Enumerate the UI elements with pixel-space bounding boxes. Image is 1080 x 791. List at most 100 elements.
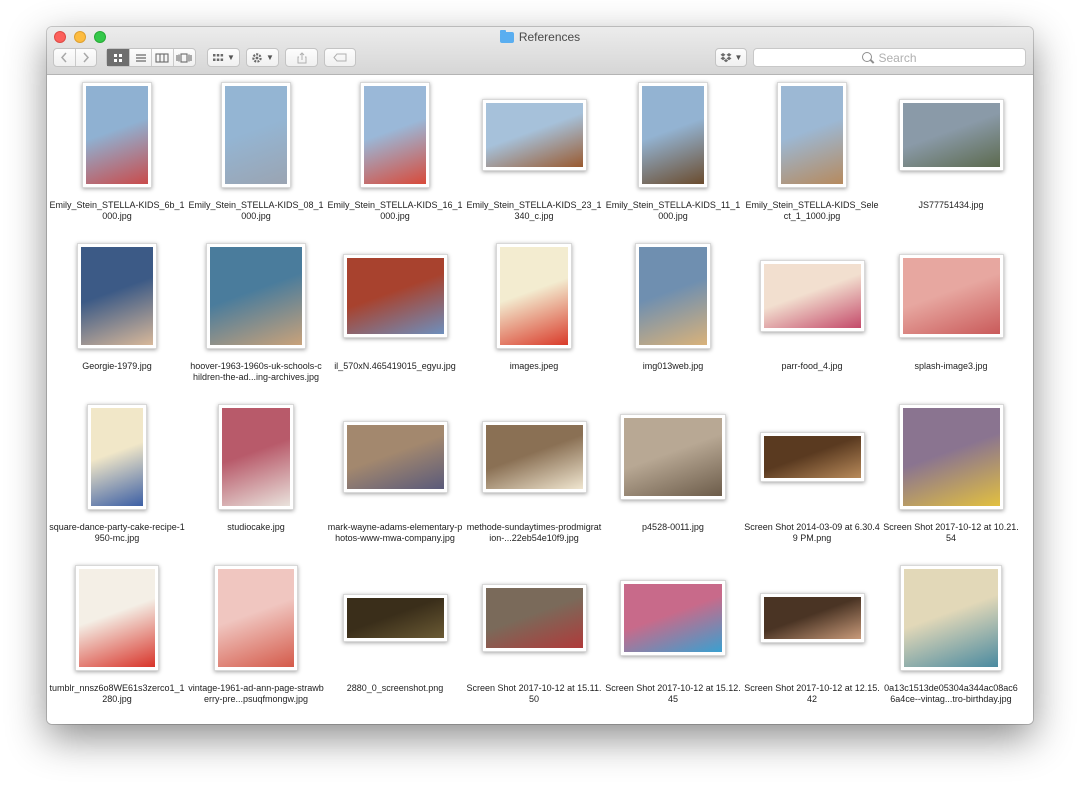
file-thumbnail[interactable]	[342, 421, 448, 493]
file-item[interactable]: splash-image3.jpg	[883, 239, 1019, 372]
file-item[interactable]: il_570xN.465419015_egyu.jpg	[327, 239, 463, 372]
file-name-label: Screen Shot 2017-10-12 at 15.11.50	[466, 683, 602, 704]
file-item[interactable]: Screen Shot 2017-10-12 at 12.15.42	[744, 561, 880, 705]
file-thumbnail-area	[188, 78, 324, 192]
chevron-left-icon	[61, 52, 68, 63]
file-item[interactable]: Screen Shot 2014-03-09 at 6.30.49 PM.png	[744, 400, 880, 544]
file-item[interactable]: Emily_Stein_STELLA-KIDS_6b_1000.jpg	[49, 78, 185, 222]
image-preview	[904, 569, 998, 667]
file-thumbnail[interactable]	[218, 404, 294, 510]
file-item[interactable]: parr-food_4.jpg	[744, 239, 880, 372]
file-thumbnail-area	[327, 400, 463, 514]
file-item[interactable]: Emily_Stein_STELLA-KIDS_11_1000.jpg	[605, 78, 741, 222]
file-thumbnail[interactable]	[481, 584, 587, 652]
file-item[interactable]: Emily_Stein_STELLA-KIDS_08_1000.jpg	[188, 78, 324, 222]
file-thumbnail[interactable]	[496, 243, 572, 349]
file-thumbnail[interactable]	[77, 243, 157, 349]
file-item[interactable]: Screen Shot 2017-10-12 at 15.11.50	[466, 561, 602, 705]
tag-button[interactable]	[324, 48, 356, 67]
file-thumbnail[interactable]	[342, 254, 448, 338]
file-thumbnail[interactable]	[206, 243, 306, 349]
file-thumbnail[interactable]	[900, 565, 1002, 671]
file-thumbnail[interactable]	[221, 82, 291, 188]
image-preview	[91, 408, 143, 506]
file-thumbnail[interactable]	[898, 404, 1004, 510]
image-preview	[639, 247, 707, 345]
file-thumbnail[interactable]	[620, 580, 726, 656]
file-item[interactable]: Screen Shot 2017-10-12 at 15.12.45	[605, 561, 741, 705]
file-item[interactable]: square-dance-party-cake-recipe-1950-mc.j…	[49, 400, 185, 544]
forward-button[interactable]	[74, 49, 96, 66]
file-thumbnail[interactable]	[638, 82, 708, 188]
file-thumbnail[interactable]	[759, 432, 865, 482]
search-icon	[862, 51, 873, 62]
file-thumbnail[interactable]	[481, 99, 587, 171]
cover-flow-view-icon	[176, 52, 192, 63]
file-item[interactable]: Georgie-1979.jpg	[49, 239, 185, 372]
dropbox-button[interactable]: ▼	[715, 48, 747, 67]
file-item[interactable]: tumblr_nnsz6o8WE61s3zerco1_1280.jpg	[49, 561, 185, 705]
file-item[interactable]: mark-wayne-adams-elementary-photos-www-m…	[327, 400, 463, 544]
file-item[interactable]: images.jpeg	[466, 239, 602, 372]
file-item[interactable]: methode-sundaytimes-prodmigration-...22e…	[466, 400, 602, 544]
column-view-button[interactable]	[150, 49, 173, 66]
file-thumbnail[interactable]	[82, 82, 152, 188]
file-thumbnail[interactable]	[898, 254, 1004, 338]
file-thumbnail[interactable]	[759, 260, 865, 332]
file-name-label: Emily_Stein_STELLA-KIDS_08_1000.jpg	[188, 200, 324, 221]
search-field[interactable]: Search	[753, 48, 1026, 67]
file-thumbnail[interactable]	[481, 421, 587, 493]
icon-view-button[interactable]	[107, 49, 130, 66]
arrange-button[interactable]: ▼	[207, 48, 240, 67]
file-thumbnail-area	[188, 239, 324, 353]
file-thumbnail[interactable]	[620, 414, 726, 500]
file-thumbnail-area	[188, 400, 324, 514]
file-thumbnail[interactable]	[360, 82, 430, 188]
file-name-label: studiocake.jpg	[227, 522, 285, 532]
image-preview	[79, 569, 155, 667]
file-thumbnail-area	[744, 78, 880, 192]
cover-flow-view-button[interactable]	[172, 49, 196, 66]
chevron-down-icon: ▼	[734, 53, 743, 62]
file-thumbnail[interactable]	[75, 565, 159, 671]
file-name-label: mark-wayne-adams-elementary-photos-www-m…	[327, 522, 463, 543]
file-thumbnail-area	[744, 561, 880, 675]
file-item[interactable]: hoover-1963-1960s-uk-schools-children-th…	[188, 239, 324, 383]
share-button[interactable]	[285, 48, 318, 67]
file-item[interactable]: p4528-0011.jpg	[605, 400, 741, 533]
file-item[interactable]: Screen Shot 2017-10-12 at 10.21.54	[883, 400, 1019, 544]
file-thumbnail[interactable]	[898, 99, 1004, 171]
image-preview	[346, 598, 444, 638]
file-thumbnail[interactable]	[635, 243, 711, 349]
file-item[interactable]: Emily_Stein_STELLA-KIDS_16_1000.jpg	[327, 78, 463, 222]
file-thumbnail[interactable]	[342, 594, 448, 642]
file-item[interactable]: 2880_0_screenshot.png	[327, 561, 463, 694]
file-thumbnail[interactable]	[214, 565, 298, 671]
list-view-button[interactable]	[129, 49, 151, 66]
toolbar: References ▼ ▼ ▼ Search	[47, 27, 1033, 75]
file-item[interactable]: studiocake.jpg	[188, 400, 324, 533]
file-name-label: Georgie-1979.jpg	[82, 361, 152, 371]
file-thumbnail-area	[49, 561, 185, 675]
share-icon	[297, 51, 306, 63]
file-name-label: Emily_Stein_STELLA-KIDS_11_1000.jpg	[605, 200, 741, 221]
back-button[interactable]	[54, 49, 75, 66]
file-item[interactable]: JS77751434.jpg	[883, 78, 1019, 211]
file-name-label: JS77751434.jpg	[918, 200, 984, 210]
file-thumbnail-area	[883, 561, 1019, 675]
file-thumbnail[interactable]	[87, 404, 147, 510]
file-item[interactable]: Emily_Stein_STELLA-KIDS_Select_1_1000.jp…	[744, 78, 880, 222]
file-thumbnail-area	[883, 239, 1019, 353]
file-item[interactable]: 0a13c1513de05304a344ac08ac66a4ce--vintag…	[883, 561, 1019, 705]
file-thumbnail[interactable]	[777, 82, 847, 188]
action-button[interactable]: ▼	[246, 48, 279, 67]
file-thumbnail-area	[188, 561, 324, 675]
image-preview	[485, 103, 583, 167]
file-thumbnail[interactable]	[759, 593, 865, 643]
file-name-label: parr-food_4.jpg	[781, 361, 843, 371]
file-item[interactable]: Emily_Stein_STELLA-KIDS_23_1340_c.jpg	[466, 78, 602, 222]
file-name-label: Screen Shot 2017-10-12 at 15.12.45	[605, 683, 741, 704]
image-preview	[902, 103, 1000, 167]
file-item[interactable]: vintage-1961-ad-ann-page-strawberry-pre.…	[188, 561, 324, 705]
file-item[interactable]: img013web.jpg	[605, 239, 741, 372]
